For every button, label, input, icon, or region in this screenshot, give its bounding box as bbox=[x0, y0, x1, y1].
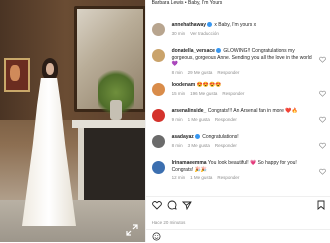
comment: donatella_versace GLOWING!! Congratulati… bbox=[146, 48, 330, 82]
comment-user[interactable]: annehathaway bbox=[172, 22, 206, 28]
comments-list: annehathaway x Baby, I'm yours x 30 min V… bbox=[146, 22, 330, 186]
expand-icon[interactable] bbox=[126, 224, 138, 236]
avatar[interactable] bbox=[151, 49, 165, 62]
person-face bbox=[46, 63, 54, 75]
reply-link[interactable]: Responder bbox=[215, 117, 237, 122]
post-photo[interactable] bbox=[0, 0, 145, 242]
mantel bbox=[72, 120, 145, 128]
comment-user[interactable]: donatella_versace bbox=[172, 48, 215, 54]
translate-link[interactable]: Ver traducción bbox=[190, 31, 219, 36]
comment-likes[interactable]: 29 Me gusta bbox=[188, 70, 213, 75]
caption-text: • Baby, I'm Yours bbox=[183, 0, 223, 6]
avatar[interactable] bbox=[151, 23, 165, 36]
heart-icon[interactable] bbox=[318, 116, 326, 123]
add-comment-bar[interactable] bbox=[145, 229, 330, 243]
comment-text: Congratulations! bbox=[202, 134, 239, 140]
avatar[interactable] bbox=[151, 135, 165, 148]
reply-link[interactable]: Responder bbox=[222, 91, 244, 96]
comment-time: 30 min bbox=[171, 30, 186, 36]
post-date: Hace 20 minutos bbox=[151, 220, 186, 225]
avatar[interactable] bbox=[151, 161, 165, 174]
comment: lrinamaeemma You look beautiful! 💗 So ha… bbox=[146, 160, 330, 186]
comment-text: x Baby, I'm yours x bbox=[214, 22, 257, 28]
comment-text: Congrats!!! An Arsenal fan in more ❤️🔥 bbox=[207, 108, 298, 114]
comment-text: 😍😍😍😍 bbox=[196, 82, 222, 88]
comment-time: 12 min bbox=[171, 175, 186, 180]
heart-icon[interactable] bbox=[318, 56, 326, 63]
comment-likes[interactable]: 3 Me gusta bbox=[188, 143, 210, 148]
comment-time: 15 min bbox=[171, 90, 186, 96]
caption: Barbara Lewis • Baby, I'm Yours bbox=[152, 0, 223, 6]
comment: asadayaz Congratulations! 8 min 3 Me gust… bbox=[146, 134, 330, 160]
post-actions bbox=[145, 196, 330, 213]
comment: arsenalinside_ Congrats!!! An Arsenal fa… bbox=[146, 108, 330, 134]
comment-likes[interactable]: 1 Me gusta bbox=[188, 117, 210, 122]
reply-link[interactable]: Responder bbox=[217, 70, 239, 75]
comment-time: 9 min bbox=[171, 116, 183, 122]
framed-painting bbox=[4, 58, 30, 92]
reply-link[interactable]: Responder bbox=[217, 175, 239, 180]
reply-link[interactable]: Responder bbox=[215, 143, 237, 148]
heart-icon[interactable] bbox=[318, 168, 326, 175]
comment-likes[interactable]: 1 Me gusta bbox=[190, 175, 212, 180]
save-icon[interactable] bbox=[316, 200, 326, 210]
verified-icon bbox=[215, 48, 221, 53]
share-icon[interactable] bbox=[181, 200, 192, 210]
post-panel: Barbara Lewis • Baby, I'm Yours annehath… bbox=[144, 0, 330, 243]
comment-time: 8 min bbox=[171, 69, 183, 75]
comment-user[interactable]: loodenam bbox=[172, 82, 196, 88]
comment-user[interactable]: arsenalinside_ bbox=[172, 108, 207, 114]
vase bbox=[110, 100, 122, 120]
comment: annehathaway x Baby, I'm yours x 30 min V… bbox=[146, 22, 330, 48]
comment-user[interactable]: asadayaz bbox=[172, 134, 194, 140]
caption-author[interactable]: Barbara Lewis bbox=[152, 0, 184, 6]
verified-icon bbox=[207, 22, 213, 27]
comment-icon[interactable] bbox=[167, 200, 177, 210]
heart-icon[interactable] bbox=[318, 142, 326, 149]
verified-icon bbox=[194, 134, 200, 139]
comment: loodenam 😍😍😍😍 15 min 196 Me gusta Responde… bbox=[146, 82, 330, 108]
emoji-icon[interactable] bbox=[152, 232, 161, 241]
comment-time: 8 min bbox=[171, 142, 183, 148]
avatar[interactable] bbox=[151, 83, 165, 96]
like-icon[interactable] bbox=[151, 200, 162, 210]
heart-icon[interactable] bbox=[318, 90, 326, 97]
comment-user[interactable]: lrinamaeemma bbox=[172, 160, 207, 166]
avatar[interactable] bbox=[151, 109, 165, 122]
fireplace bbox=[78, 128, 145, 200]
comment-likes[interactable]: 196 Me gusta bbox=[190, 91, 217, 96]
